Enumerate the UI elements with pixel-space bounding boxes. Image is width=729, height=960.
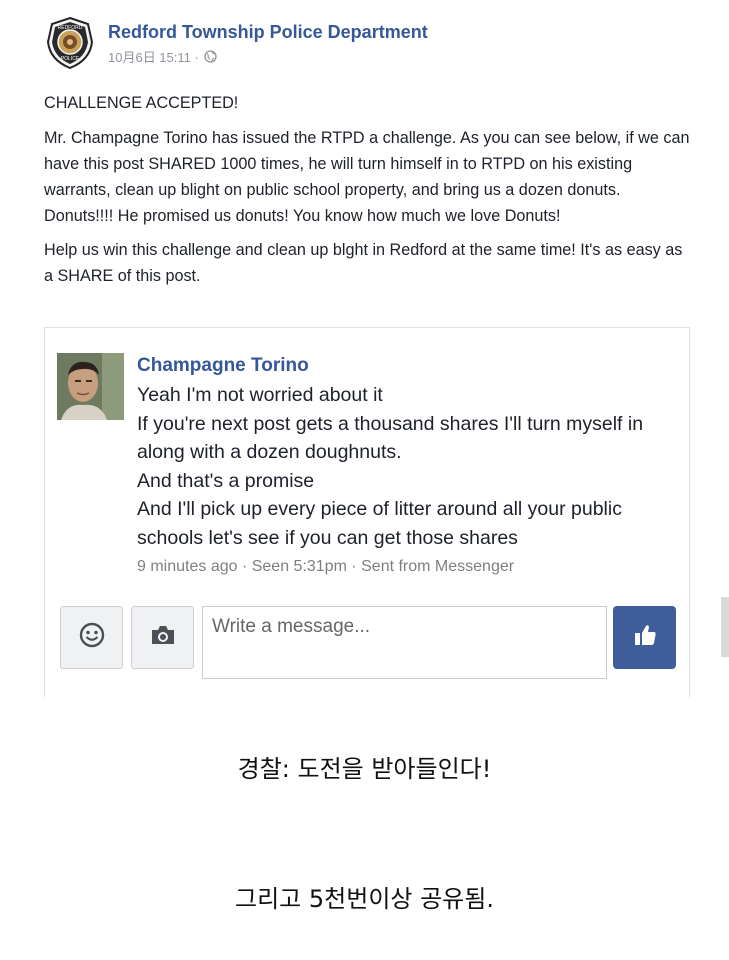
message-meta: 9 minutes ago · Seen 5:31pm · Sent from … [137,558,515,575]
globe-icon [204,50,217,63]
page-name-link[interactable]: Redford Township Police Department [108,22,428,43]
message-line: If you're next post gets a thousand shar… [137,412,644,464]
post-header: REDFORD POLICE Redford Township Police D… [44,14,684,74]
caption-text: 경찰: 도전을 받아들인다! [237,755,492,783]
police-badge-avatar[interactable]: REDFORD POLICE [44,16,96,70]
emoji-button[interactable] [60,606,123,669]
message-input[interactable] [202,606,607,679]
badge-bottom-text: POLICE [61,56,80,62]
caption-text: 그리고 5천번이상 공유됨. [235,885,494,913]
badge-top-text: REDFORD [58,25,83,31]
sender-name[interactable]: Champagne Torino [137,355,309,377]
thumbs-up-icon [631,621,659,654]
post-meta: 10月6日 15:11 · [108,47,217,66]
post-body: CHALLENGE ACCEPTED! Mr. Champagne Torino… [44,90,694,297]
message-line: And that's a promise [137,469,315,492]
smiley-icon [79,622,105,653]
camera-icon [149,623,177,652]
message-line: Yeah I'm not worried about it [137,384,383,406]
messenger-screenshot: Champagne Torino Yeah I'm not worried ab… [44,327,690,697]
post-paragraph: Mr. Champagne Torino has issued the RTPD… [44,129,690,225]
post-heading: CHALLENGE ACCEPTED! [44,94,239,112]
message-line: And I'll pick up every piece of litter a… [137,498,622,549]
message-thread: Yeah I'm not worried about it If you're … [137,381,682,552]
sender-avatar[interactable] [57,353,124,420]
post-paragraph: Help us win this challenge and clean up … [44,241,683,285]
post-timestamp[interactable]: 10月6日 15:11 · [108,47,199,66]
camera-button[interactable] [131,606,194,669]
scrollbar-fragment[interactable] [721,597,729,657]
like-button[interactable] [613,606,676,669]
